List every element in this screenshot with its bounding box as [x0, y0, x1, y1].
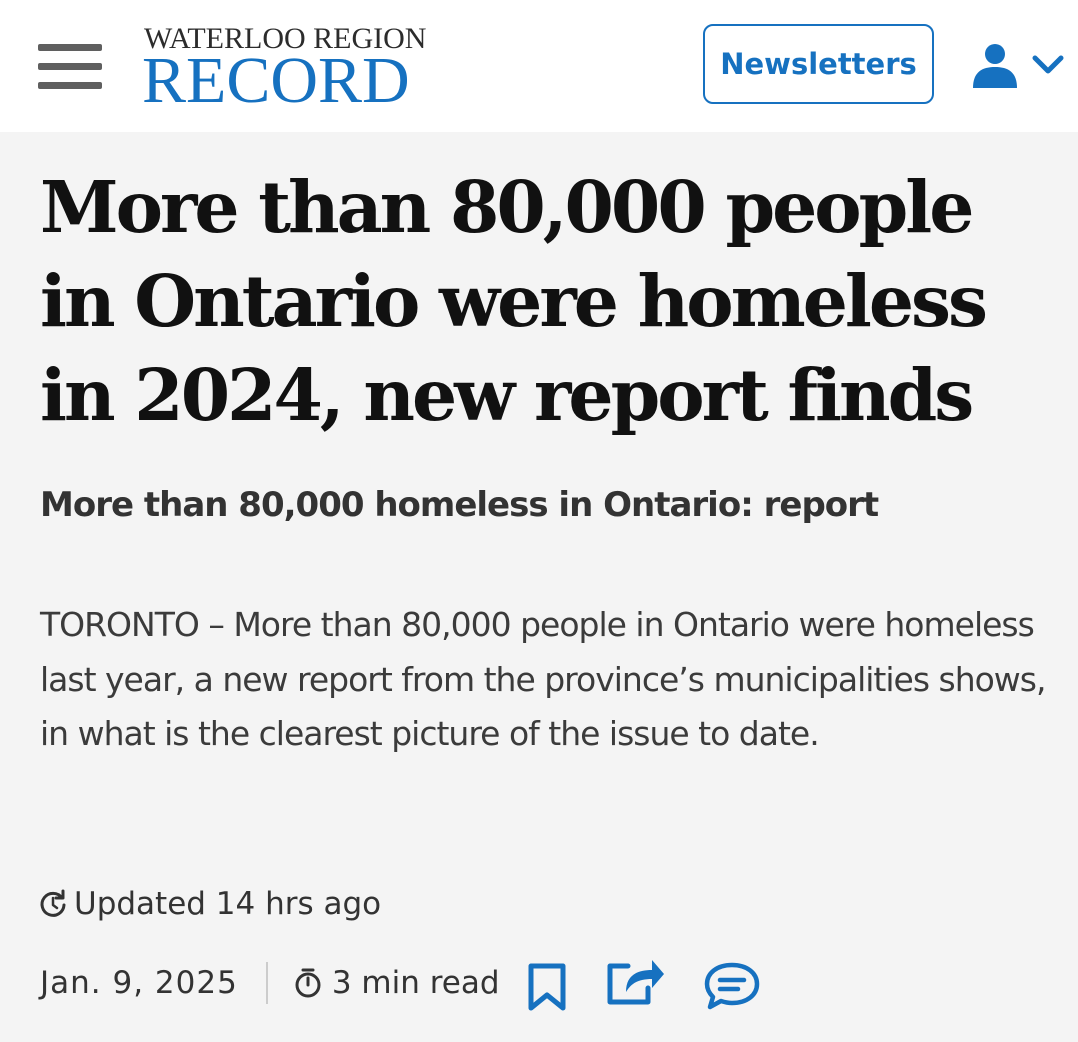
article-headline: More than 80,000 people in Ontario were …	[40, 165, 988, 437]
site-header: WATERLOO REGION RECORD Newsletters	[0, 0, 1078, 132]
updated-timestamp: Updated 14 hrs ago	[38, 884, 381, 924]
meta-divider	[265, 962, 268, 1004]
logo-record-text: RECORD	[142, 44, 410, 117]
newsletters-button[interactable]: Newsletters	[703, 24, 934, 104]
updated-text: Updated 14 hrs ago	[74, 886, 382, 922]
share-icon[interactable]	[604, 952, 666, 1008]
read-time: 3 min read	[294, 965, 500, 1001]
site-logo[interactable]: WATERLOO REGION RECORD	[142, 22, 442, 114]
chevron-down-icon	[1032, 55, 1064, 74]
comment-icon[interactable]	[702, 960, 762, 1012]
account-menu-button[interactable]	[968, 42, 1068, 92]
menu-icon[interactable]	[38, 44, 102, 90]
read-time-text: 3 min read	[331, 965, 500, 1001]
article-subhead: More than 80,000 homeless in Ontario: re…	[40, 485, 879, 525]
refresh-icon	[40, 889, 66, 917]
article-meta: Jan. 9, 2025 3 min read	[40, 955, 500, 1011]
bookmark-icon[interactable]	[526, 962, 568, 1012]
article-lede: TORONTO – More than 80,000 people in Ont…	[40, 605, 1046, 753]
stopwatch-icon	[295, 968, 321, 998]
publish-date: Jan. 9, 2025	[40, 965, 238, 1001]
account-icon	[973, 44, 1064, 88]
